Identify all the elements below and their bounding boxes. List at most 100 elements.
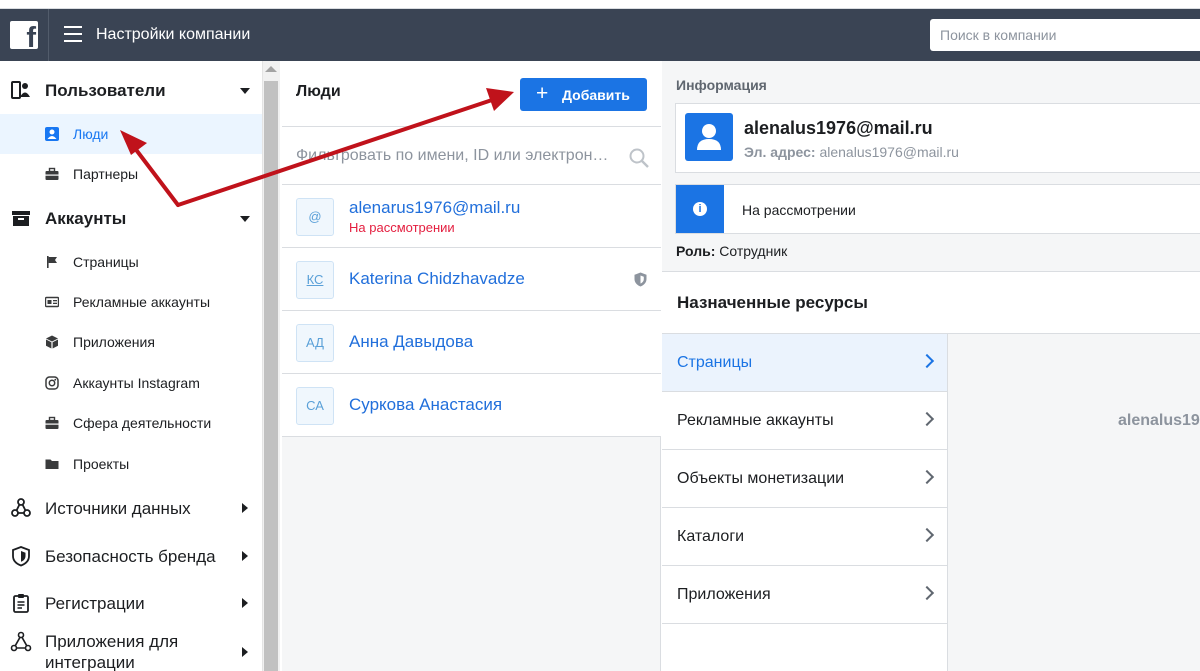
sidebar-section-accounts[interactable]: Аккаунты	[0, 198, 262, 238]
sidebar-item-projects[interactable]: Проекты	[0, 444, 262, 484]
person-row[interactable]: АД Анна Давыдова	[282, 311, 661, 374]
users-section-icon	[11, 81, 30, 99]
sidebar: Пользователи Люди Партнеры Аккаунты Стра…	[0, 61, 262, 671]
sidebar-item-label: Проекты	[73, 456, 130, 472]
person-row[interactable]: @ alenarus1976@mail.ru На рассмотрении	[282, 185, 661, 248]
person-row[interactable]: СА Суркова Анастасия	[282, 374, 661, 437]
asset-item-label: Объекты монетизации	[677, 470, 845, 487]
chevron-down-icon	[240, 216, 250, 222]
sidebar-section-label: Приложения для интеграции	[45, 632, 179, 671]
pending-notice: i На рассмотрении	[675, 184, 1200, 234]
asset-item-monetization[interactable]: Объекты монетизации	[662, 450, 947, 508]
sidebar-section-label: Аккаунты	[45, 209, 127, 228]
person-status: На рассмотрении	[349, 220, 455, 235]
chevron-right-icon	[919, 353, 935, 369]
asset-detail-empty-text: alenalus19	[1118, 412, 1200, 429]
sidebar-item-people[interactable]: Люди	[0, 114, 262, 154]
chevron-right-icon	[242, 551, 248, 561]
header-divider	[48, 9, 49, 61]
sidebar-item-label: Сфера деятельности	[73, 415, 212, 431]
person-avatar: @	[296, 198, 334, 236]
role-label: Роль:	[676, 243, 716, 259]
assets-list: Страницы Рекламные аккаунты Объекты моне…	[662, 334, 948, 671]
people-panel-header: Люди + Добавить	[282, 61, 661, 127]
email-label: Эл. адрес:	[744, 144, 816, 160]
scroll-up-arrow-icon[interactable]	[265, 66, 277, 72]
cube-icon	[46, 335, 58, 349]
sidebar-item-label: Приложения	[73, 334, 155, 350]
facebook-logo-icon[interactable]: f	[10, 21, 38, 49]
sidebar-section-brand-safety[interactable]: Безопасность бренда	[0, 536, 262, 576]
asset-item-apps[interactable]: Приложения	[662, 566, 947, 624]
sidebar-item-label: Люди	[73, 126, 109, 142]
person-name[interactable]: Суркова Анастасия	[349, 395, 502, 415]
top-header: f Настройки компании Поиск в компании	[0, 9, 1200, 61]
chevron-right-icon	[242, 503, 248, 513]
chevron-right-icon	[242, 647, 248, 657]
clipboard-icon	[13, 594, 29, 613]
sidebar-item-instagram-accounts[interactable]: Аккаунты Instagram	[0, 363, 262, 403]
plus-icon: +	[536, 82, 549, 105]
asset-item-label: Рекламные аккаунты	[677, 412, 834, 429]
person-name[interactable]: alenarus1976@mail.ru	[349, 198, 520, 218]
person-card: alenalus1976@mail.ru Эл. адрес: alenalus…	[675, 103, 1200, 173]
filter-input[interactable]: Фильтровать по имени, ID или электронном…	[296, 147, 616, 165]
browser-edge	[0, 0, 1200, 9]
folder-icon	[45, 459, 59, 469]
sidebar-section-label: Регистрации	[45, 594, 145, 613]
sidebar-section-data-sources[interactable]: Источники данных	[0, 488, 262, 528]
sidebar-item-label: Аккаунты Instagram	[73, 375, 200, 391]
person-avatar: СА	[296, 387, 334, 425]
sidebar-item-pages[interactable]: Страницы	[0, 242, 262, 282]
add-person-button[interactable]: + Добавить	[520, 78, 647, 111]
person-name[interactable]: Анна Давыдова	[349, 332, 473, 352]
sidebar-item-ad-accounts[interactable]: Рекламные аккаунты	[0, 282, 262, 322]
person-details-panel: Информация alenalus1976@mail.ru Эл. адре…	[662, 61, 1200, 671]
asset-item-label: Каталоги	[677, 528, 745, 545]
assigned-assets-header: Назначенные ресурсы	[662, 271, 1200, 334]
sidebar-section-label: Безопасность бренда	[45, 547, 216, 566]
flag-icon	[47, 256, 57, 268]
assigned-assets-title: Назначенные ресурсы	[677, 293, 868, 312]
chevron-right-icon	[242, 598, 248, 608]
person-avatar-icon	[685, 113, 733, 161]
people-panel: Люди + Добавить Фильтровать по имени, ID…	[282, 61, 661, 671]
sidebar-item-line-of-business[interactable]: Сфера деятельности	[0, 403, 262, 443]
person-badge-icon	[45, 127, 59, 141]
chevron-right-icon	[919, 585, 935, 601]
person-row[interactable]: КС Katerina Chidzhavadze	[282, 248, 661, 311]
person-avatar: АД	[296, 324, 334, 362]
sidebar-section-label: Пользователи	[45, 81, 166, 100]
integrations-icon	[10, 631, 32, 652]
asset-item-pages[interactable]: Страницы	[662, 334, 947, 392]
archive-box-icon	[12, 211, 30, 226]
sidebar-item-label: Страницы	[73, 254, 139, 270]
asset-item-label: Приложения	[677, 586, 771, 603]
chevron-right-icon	[919, 527, 935, 543]
role-value: Сотрудник	[719, 243, 788, 259]
sidebar-item-apps[interactable]: Приложения	[0, 322, 262, 362]
sidebar-scrollbar-thumb[interactable]	[264, 81, 278, 671]
person-name[interactable]: Katerina Chidzhavadze	[349, 269, 525, 289]
sidebar-item-label: Партнеры	[73, 166, 139, 182]
info-section-label: Информация	[676, 77, 767, 93]
person-email-title: alenalus1976@mail.ru	[744, 118, 933, 138]
sidebar-section-registrations[interactable]: Регистрации	[0, 583, 262, 623]
asset-item-ad-accounts[interactable]: Рекламные аккаунты	[662, 392, 947, 450]
info-icon: i	[693, 202, 707, 216]
chevron-down-icon	[240, 88, 250, 94]
add-button-label: Добавить	[562, 87, 630, 103]
hamburger-menu-icon[interactable]	[64, 26, 82, 42]
page-title: Настройки компании	[96, 26, 251, 43]
ad-account-icon	[45, 296, 59, 308]
asset-item-catalogs[interactable]: Каталоги	[662, 508, 947, 566]
sidebar-item-partners[interactable]: Партнеры	[0, 154, 262, 194]
sidebar-item-label: Рекламные аккаунты	[73, 294, 211, 310]
search-icon	[629, 148, 649, 168]
people-filter[interactable]: Фильтровать по имени, ID или электронном…	[282, 127, 661, 185]
data-sources-icon	[11, 498, 31, 517]
sidebar-section-users[interactable]: Пользователи	[0, 70, 262, 110]
search-input[interactable]: Поиск в компании	[930, 19, 1200, 51]
sidebar-section-integrations[interactable]: Приложения для интеграции	[0, 629, 262, 671]
people-title: Люди	[296, 83, 341, 100]
